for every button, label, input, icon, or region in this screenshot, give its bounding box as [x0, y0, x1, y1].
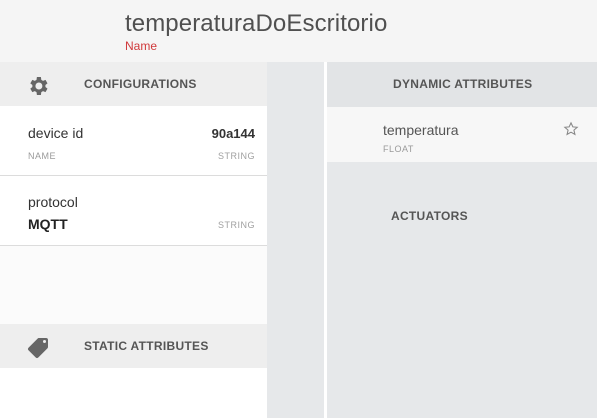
device-id-meta: NAME: [28, 151, 57, 161]
dynamic-attribute-name: temperatura: [383, 122, 459, 138]
static-attributes-label: STATIC ATTRIBUTES: [84, 339, 209, 353]
device-id-row[interactable]: device id 90a144 NAME STRING: [0, 106, 267, 176]
device-id-type: STRING: [217, 151, 255, 161]
device-id-value: 90a144: [211, 126, 255, 141]
dynamic-attribute-item[interactable]: temperatura FLOAT: [327, 107, 597, 162]
dynamic-attribute-type: FLOAT: [383, 144, 414, 154]
dynamic-attributes-label: DYNAMIC ATTRIBUTES: [393, 77, 533, 91]
right-panel: DYNAMIC ATTRIBUTES temperatura FLOAT ACT…: [324, 62, 597, 418]
gear-icon: [26, 74, 50, 98]
static-attributes-body: [0, 368, 267, 418]
device-id-label: device id: [28, 125, 84, 141]
column-gutter: [267, 62, 324, 418]
dynamic-attributes-header[interactable]: DYNAMIC ATTRIBUTES: [327, 62, 597, 107]
left-panel: CONFIGURATIONS device id 90a144 NAME STR…: [0, 62, 267, 418]
star-outline-icon[interactable]: [563, 121, 579, 137]
page-header: temperaturaDoEscritorio Name: [0, 0, 597, 62]
device-title-caption: Name: [125, 39, 158, 53]
tag-icon: [26, 336, 50, 360]
static-attributes-header[interactable]: STATIC ATTRIBUTES: [0, 324, 267, 368]
actuators-label: ACTUATORS: [391, 209, 468, 223]
configurations-label: CONFIGURATIONS: [84, 77, 197, 91]
protocol-row[interactable]: protocol MQTT STRING: [0, 176, 267, 246]
configurations-header[interactable]: CONFIGURATIONS: [0, 62, 267, 106]
device-title: temperaturaDoEscritorio: [125, 10, 388, 37]
protocol-value: MQTT: [28, 216, 68, 232]
protocol-type: STRING: [217, 220, 255, 230]
protocol-label: protocol: [28, 194, 78, 210]
